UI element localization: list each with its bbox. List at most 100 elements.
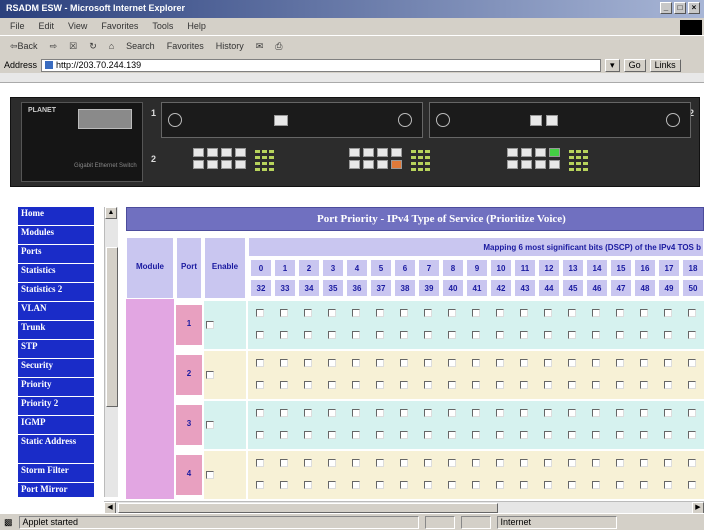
search-button[interactable]: Search bbox=[126, 41, 155, 52]
dscp-checkbox[interactable] bbox=[496, 481, 504, 489]
dscp-checkbox[interactable] bbox=[520, 309, 528, 317]
nav-home[interactable]: Home bbox=[18, 207, 94, 226]
dscp-checkbox[interactable] bbox=[520, 409, 528, 417]
print-icon[interactable]: ⎙ bbox=[275, 41, 282, 52]
enable-checkbox[interactable] bbox=[206, 421, 214, 429]
dscp-checkbox[interactable] bbox=[448, 381, 456, 389]
dscp-checkbox[interactable] bbox=[616, 431, 624, 439]
menu-favorites[interactable]: Favorites bbox=[101, 21, 138, 32]
port-icon[interactable] bbox=[221, 148, 232, 157]
dscp-checkbox[interactable] bbox=[256, 359, 264, 367]
port-icon[interactable] bbox=[193, 160, 204, 169]
dscp-checkbox[interactable] bbox=[352, 431, 360, 439]
dscp-checkbox[interactable] bbox=[472, 431, 480, 439]
dscp-checkbox[interactable] bbox=[688, 481, 696, 489]
dscp-checkbox[interactable] bbox=[352, 359, 360, 367]
dscp-checkbox[interactable] bbox=[424, 309, 432, 317]
links-button[interactable]: Links bbox=[649, 58, 681, 72]
dscp-checkbox[interactable] bbox=[496, 309, 504, 317]
dscp-checkbox[interactable] bbox=[304, 481, 312, 489]
dscp-checkbox[interactable] bbox=[640, 381, 648, 389]
port-icon[interactable] bbox=[530, 115, 542, 126]
nav-statistics-2[interactable]: Statistics 2 bbox=[18, 283, 94, 302]
nav-priority[interactable]: Priority bbox=[18, 378, 94, 397]
dscp-checkbox[interactable] bbox=[520, 459, 528, 467]
favorites-button[interactable]: Favorites bbox=[167, 41, 204, 52]
dscp-checkbox[interactable] bbox=[376, 309, 384, 317]
dscp-checkbox[interactable] bbox=[688, 359, 696, 367]
dscp-checkbox[interactable] bbox=[472, 331, 480, 339]
dscp-checkbox[interactable] bbox=[400, 459, 408, 467]
dscp-checkbox[interactable] bbox=[568, 459, 576, 467]
dscp-checkbox[interactable] bbox=[256, 409, 264, 417]
dscp-checkbox[interactable] bbox=[376, 381, 384, 389]
dscp-checkbox[interactable] bbox=[304, 459, 312, 467]
dscp-checkbox[interactable] bbox=[424, 431, 432, 439]
go-button[interactable]: Go bbox=[623, 58, 646, 72]
port-icon[interactable] bbox=[349, 160, 360, 169]
dscp-checkbox[interactable] bbox=[496, 359, 504, 367]
dscp-checkbox[interactable] bbox=[544, 309, 552, 317]
dscp-checkbox[interactable] bbox=[472, 459, 480, 467]
nav-modules[interactable]: Modules bbox=[18, 226, 94, 245]
dscp-checkbox[interactable] bbox=[376, 459, 384, 467]
dscp-checkbox[interactable] bbox=[304, 381, 312, 389]
dscp-checkbox[interactable] bbox=[520, 481, 528, 489]
dscp-checkbox[interactable] bbox=[328, 481, 336, 489]
port-icon[interactable] bbox=[391, 148, 402, 157]
history-button[interactable]: History bbox=[216, 41, 244, 52]
dscp-checkbox[interactable] bbox=[496, 331, 504, 339]
port-icon[interactable] bbox=[546, 115, 558, 126]
dscp-checkbox[interactable] bbox=[280, 381, 288, 389]
refresh-icon[interactable]: ↻ bbox=[89, 41, 97, 52]
dscp-checkbox[interactable] bbox=[400, 309, 408, 317]
dscp-checkbox[interactable] bbox=[664, 359, 672, 367]
dscp-checkbox[interactable] bbox=[616, 309, 624, 317]
forward-button[interactable]: ⇨ bbox=[50, 41, 58, 52]
expansion-slot[interactable] bbox=[161, 102, 423, 138]
nav-priority-2[interactable]: Priority 2 bbox=[18, 397, 94, 416]
dscp-checkbox[interactable] bbox=[544, 381, 552, 389]
dscp-checkbox[interactable] bbox=[616, 331, 624, 339]
dscp-checkbox[interactable] bbox=[640, 309, 648, 317]
dscp-checkbox[interactable] bbox=[256, 331, 264, 339]
dscp-checkbox[interactable] bbox=[688, 309, 696, 317]
enable-checkbox[interactable] bbox=[206, 321, 214, 329]
dscp-checkbox[interactable] bbox=[400, 359, 408, 367]
nav-static-address[interactable]: Static Address bbox=[18, 435, 94, 464]
port-icon[interactable] bbox=[363, 160, 374, 169]
dscp-checkbox[interactable] bbox=[592, 381, 600, 389]
dscp-checkbox[interactable] bbox=[328, 409, 336, 417]
dscp-checkbox[interactable] bbox=[616, 459, 624, 467]
home-icon[interactable]: ⌂ bbox=[109, 41, 114, 52]
dscp-checkbox[interactable] bbox=[640, 409, 648, 417]
dscp-checkbox[interactable] bbox=[544, 431, 552, 439]
dscp-checkbox[interactable] bbox=[256, 381, 264, 389]
dscp-checkbox[interactable] bbox=[280, 431, 288, 439]
dscp-checkbox[interactable] bbox=[448, 481, 456, 489]
port-icon[interactable] bbox=[235, 148, 246, 157]
dscp-checkbox[interactable] bbox=[496, 459, 504, 467]
port-icon[interactable] bbox=[193, 148, 204, 157]
dscp-checkbox[interactable] bbox=[304, 431, 312, 439]
dscp-checkbox[interactable] bbox=[544, 481, 552, 489]
dscp-checkbox[interactable] bbox=[448, 331, 456, 339]
enable-checkbox[interactable] bbox=[206, 471, 214, 479]
port-icon[interactable] bbox=[363, 148, 374, 157]
dscp-checkbox[interactable] bbox=[352, 381, 360, 389]
dscp-checkbox[interactable] bbox=[448, 431, 456, 439]
dscp-checkbox[interactable] bbox=[664, 309, 672, 317]
dscp-checkbox[interactable] bbox=[592, 359, 600, 367]
port-icon[interactable] bbox=[207, 160, 218, 169]
dscp-checkbox[interactable] bbox=[376, 359, 384, 367]
dscp-checkbox[interactable] bbox=[688, 381, 696, 389]
dscp-checkbox[interactable] bbox=[304, 331, 312, 339]
dscp-checkbox[interactable] bbox=[592, 459, 600, 467]
dscp-checkbox[interactable] bbox=[520, 331, 528, 339]
dscp-checkbox[interactable] bbox=[448, 359, 456, 367]
dscp-checkbox[interactable] bbox=[304, 409, 312, 417]
dscp-checkbox[interactable] bbox=[568, 381, 576, 389]
port-icon[interactable] bbox=[391, 160, 402, 169]
dscp-checkbox[interactable] bbox=[400, 481, 408, 489]
nav-ports[interactable]: Ports bbox=[18, 245, 94, 264]
